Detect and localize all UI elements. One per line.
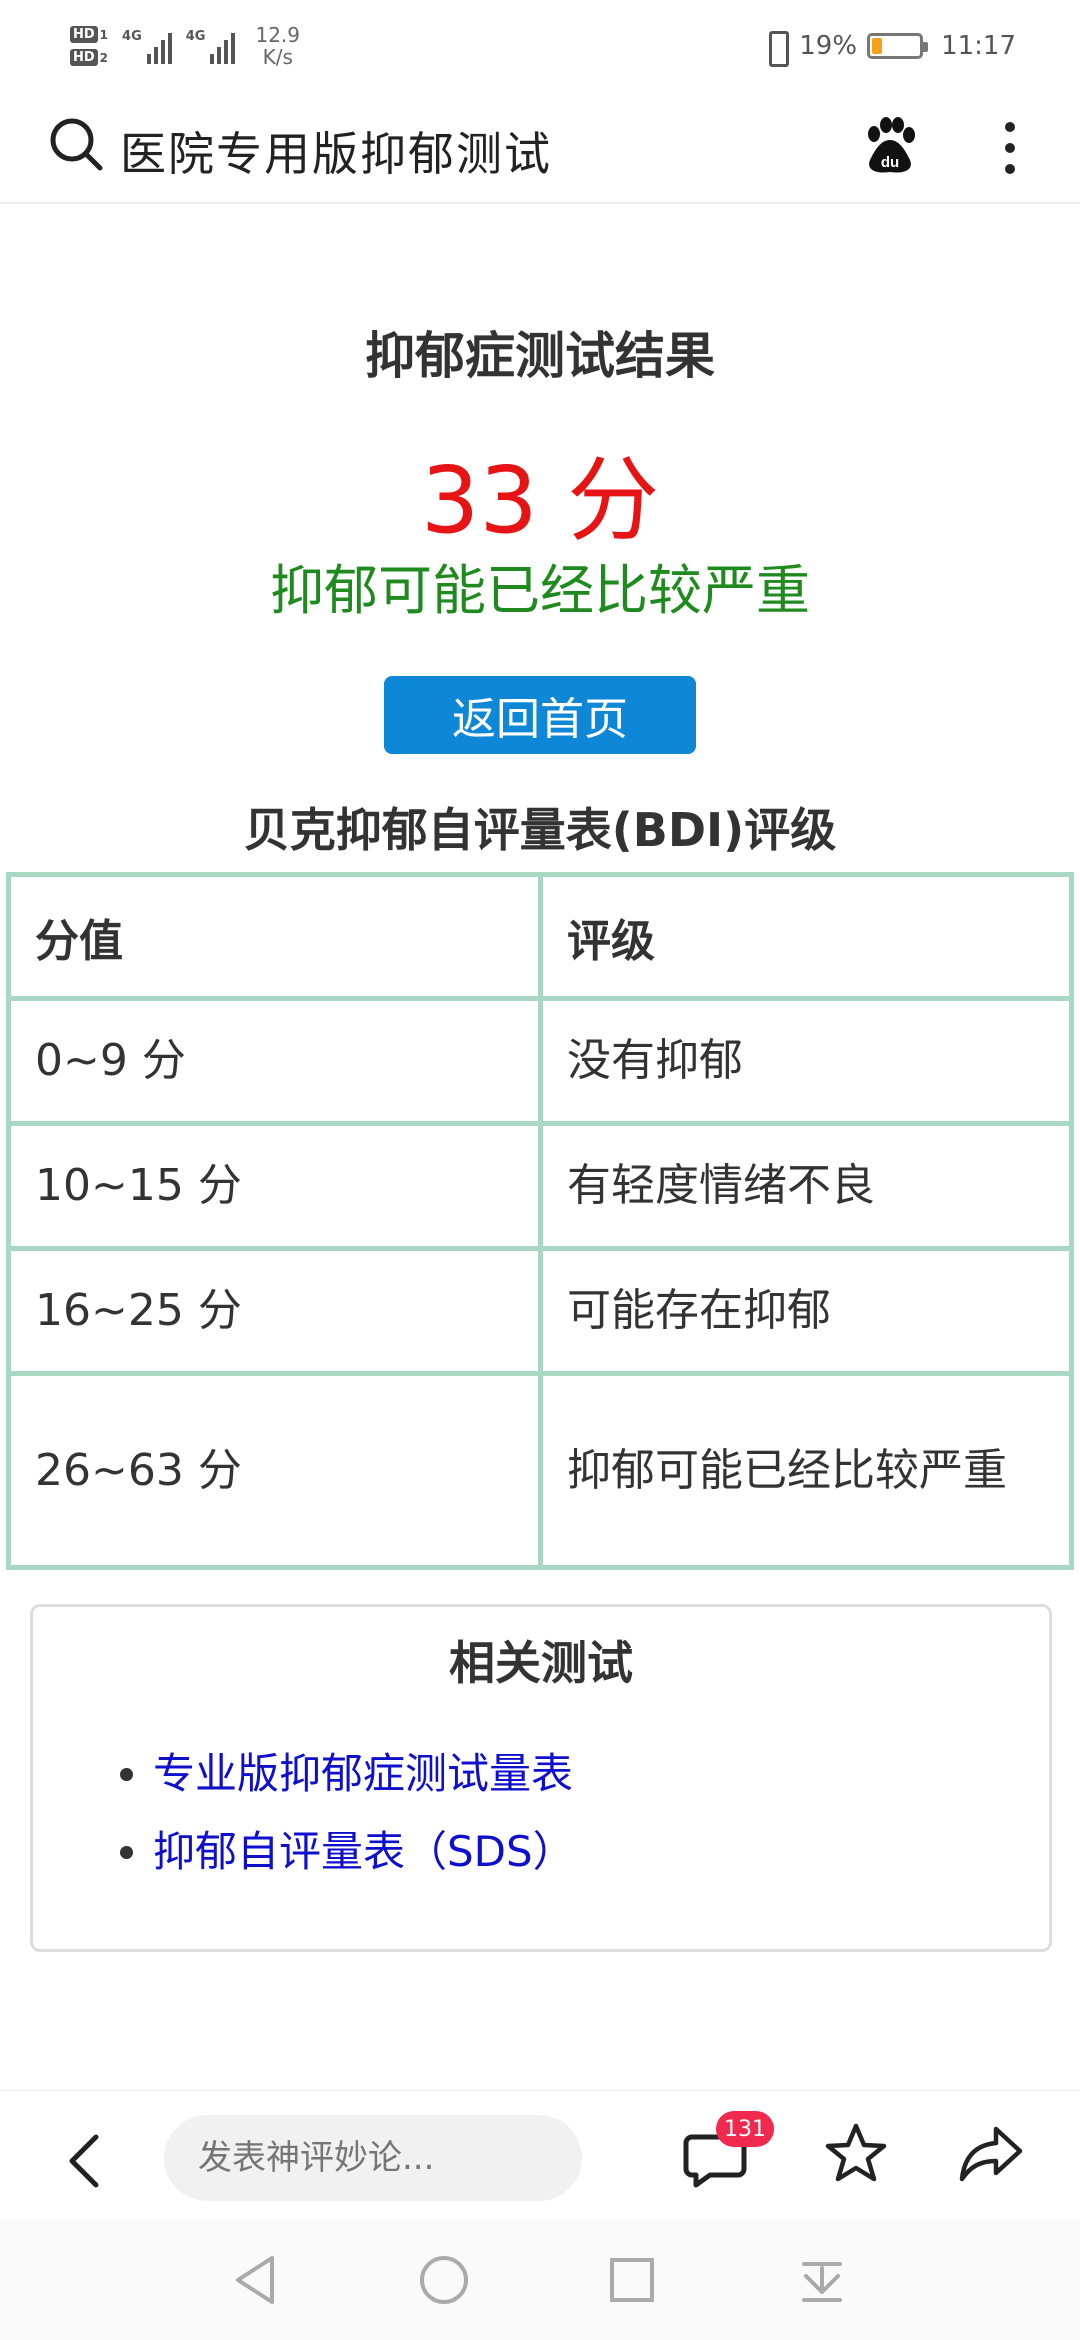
score-range-cell: 16~25 分	[6, 1246, 543, 1376]
bottom-toolbar: 131	[0, 2090, 1080, 2220]
search-icon[interactable]	[48, 116, 104, 172]
home-button[interactable]: 返回首页	[384, 676, 696, 754]
search-query[interactable]: 医院专用版抑郁测试	[120, 118, 552, 184]
nav-recents-icon[interactable]	[600, 2248, 664, 2312]
related-test-link[interactable]: 专业版抑郁症测试量表	[153, 1749, 573, 1798]
hd-indicators: HD 1 HD 2	[70, 26, 108, 66]
table-title: 贝克抑郁自评量表(BDI)评级	[243, 803, 837, 857]
rating-cell: 有轻度情绪不良	[538, 1121, 1074, 1251]
table-header-row: 分值 评级	[6, 872, 1074, 1001]
back-icon[interactable]	[60, 2131, 110, 2191]
vibrate-icon	[763, 29, 790, 67]
hd-label: HD	[70, 26, 98, 43]
more-vertical-icon[interactable]	[1000, 118, 1020, 178]
system-nav-bar	[0, 2220, 1080, 2340]
battery-percent: 19%	[799, 31, 858, 61]
score-range-cell: 0~9 分	[6, 996, 543, 1126]
table-row: 26~63 分 抑郁可能已经比较严重	[6, 1371, 1074, 1570]
comment-count-badge: 131	[716, 2111, 774, 2147]
related-test-link[interactable]: 抑郁自评量表（SDS）	[153, 1827, 575, 1876]
table-row: 16~25 分 可能存在抑郁	[6, 1246, 1074, 1376]
bdi-table: 分值 评级 0~9 分 没有抑郁 10~15 分 有轻度情绪不良 16~25 分…	[6, 872, 1074, 1570]
baidu-paw-icon[interactable]: du	[860, 116, 920, 176]
comment-input[interactable]	[164, 2115, 582, 2201]
related-tests-title: 相关测试	[449, 1636, 633, 1690]
result-verdict: 抑郁可能已经比较严重	[270, 559, 810, 622]
nav-home-icon[interactable]	[412, 2248, 476, 2312]
share-icon[interactable]	[958, 2121, 1024, 2185]
score-range-cell: 26~63 分	[6, 1371, 543, 1570]
sim-number: 2	[99, 50, 109, 65]
signal-icon: 4G	[122, 29, 172, 64]
list-item: 专业版抑郁症测试量表	[153, 1735, 575, 1813]
list-item: 抑郁自评量表（SDS）	[153, 1813, 575, 1891]
status-bar: HD 1 HD 2 4G 4G 12.9 K/s 19% 11:17	[0, 0, 1080, 92]
svg-text:du: du	[881, 154, 899, 171]
signal-icon: 4G	[186, 29, 236, 64]
search-bar[interactable]: 医院专用版抑郁测试 du	[0, 92, 1080, 204]
battery-icon	[867, 33, 929, 59]
result-title: 抑郁症测试结果	[365, 327, 715, 385]
hd-label: HD	[70, 49, 98, 66]
network-speed: 12.9 K/s	[255, 23, 300, 69]
score-value: 33 分	[420, 447, 660, 554]
related-tests-box: 相关测试 专业版抑郁症测试量表 抑郁自评量表（SDS）	[30, 1604, 1052, 1952]
related-tests-list: 专业版抑郁症测试量表 抑郁自评量表（SDS）	[117, 1735, 575, 1891]
clock: 11:17	[941, 31, 1016, 61]
star-icon[interactable]	[824, 2121, 888, 2185]
rating-cell: 没有抑郁	[538, 996, 1074, 1126]
sim-number: 1	[99, 27, 109, 42]
score-range-cell: 10~15 分	[6, 1121, 543, 1251]
rating-cell: 抑郁可能已经比较严重	[538, 1371, 1074, 1570]
rating-cell: 可能存在抑郁	[538, 1246, 1074, 1376]
column-header: 分值	[6, 872, 543, 1001]
table-row: 0~9 分 没有抑郁	[6, 996, 1074, 1126]
nav-back-icon[interactable]	[226, 2248, 290, 2312]
nav-collapse-icon[interactable]	[790, 2248, 854, 2312]
table-row: 10~15 分 有轻度情绪不良	[6, 1121, 1074, 1251]
column-header: 评级	[538, 872, 1074, 1001]
